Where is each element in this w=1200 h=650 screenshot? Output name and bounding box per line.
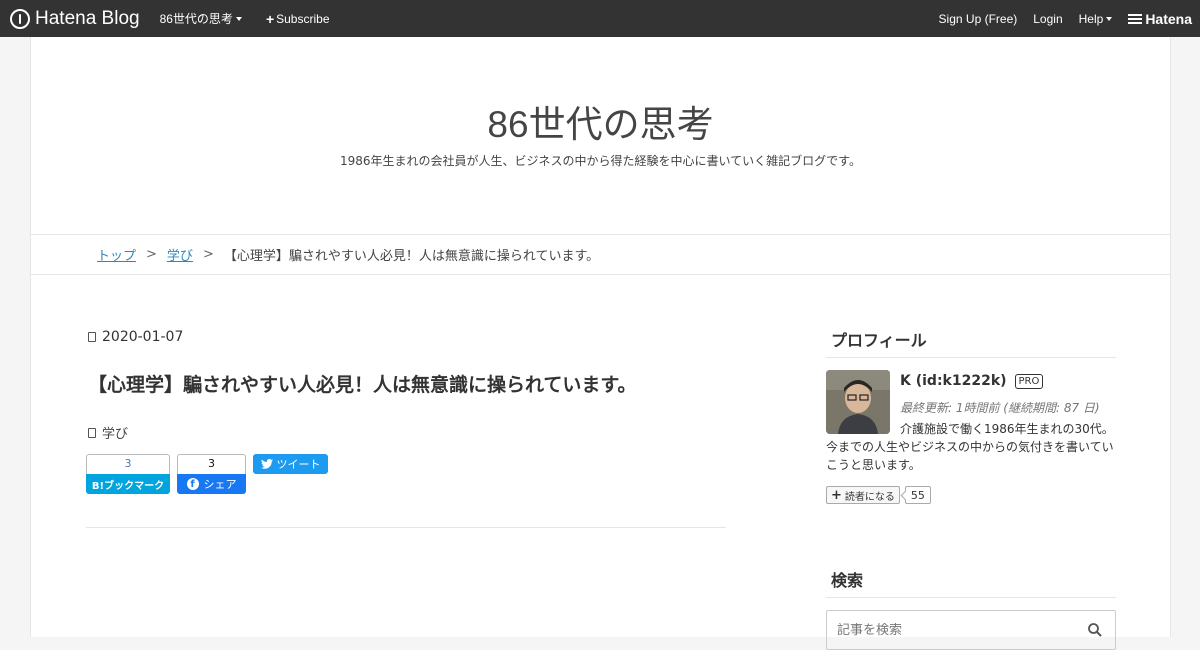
- hatena-logo-icon: [1128, 13, 1143, 24]
- global-header: Hatena Blog 86世代の思考 + Subscribe Sign Up …: [0, 0, 1200, 37]
- blog-title[interactable]: 86世代の思考: [31, 94, 1170, 148]
- help-label: Help: [1078, 11, 1104, 26]
- folder-icon: [88, 427, 96, 438]
- subscribe-reader-label: 読者になる: [844, 491, 895, 503]
- facebook-share-label-row: f シェア: [177, 474, 246, 494]
- subscribe-widget: + 読者になる 55: [826, 486, 931, 504]
- hatena-link[interactable]: Hatena: [1128, 11, 1192, 27]
- search-heading: 検索: [826, 567, 1116, 598]
- signup-link[interactable]: Sign Up (Free): [939, 12, 1018, 26]
- hatena-blog-logo-icon: [10, 8, 30, 29]
- profile-name[interactable]: K (id:k1222k) PRO: [900, 373, 1044, 389]
- breadcrumb-current: 【心理学】騙されやすい人必見！人は無意識に操られています。: [223, 249, 600, 264]
- breadcrumb-category-link[interactable]: 学び: [167, 245, 193, 264]
- blog-menu-dropdown[interactable]: 86世代の思考: [160, 10, 242, 27]
- chevron-down-icon: [235, 16, 242, 21]
- pro-badge: PRO: [1014, 373, 1044, 389]
- entry-title[interactable]: 【心理学】騙されやすい人必見！人は無意識に操られています。: [88, 370, 637, 397]
- twitter-bird-icon: [260, 459, 273, 469]
- facebook-share-count: 3: [177, 454, 246, 474]
- logo-text: Hatena Blog: [35, 7, 140, 29]
- chevron-down-icon: [1106, 16, 1113, 21]
- blog-menu-label: 86世代の思考: [159, 12, 233, 26]
- hatena-bookmark-count: 3: [86, 454, 170, 474]
- plus-icon: +: [831, 487, 842, 503]
- share-buttons: 3 B!ブックマーク 3 f シェア ツイート: [86, 454, 328, 494]
- search-icon[interactable]: [1087, 622, 1103, 638]
- hatena-bookmark-label: B!ブックマーク: [86, 474, 170, 494]
- entry-date-text: 2020-01-07: [102, 329, 184, 345]
- hatena-label: Hatena: [1145, 10, 1192, 27]
- entry-date[interactable]: 2020-01-07: [88, 329, 183, 345]
- breadcrumb-separator: >: [146, 247, 157, 262]
- subscribe-button[interactable]: + Subscribe: [266, 11, 330, 27]
- facebook-share-button[interactable]: 3 f シェア: [177, 454, 246, 494]
- help-dropdown[interactable]: Help: [1079, 12, 1113, 26]
- calendar-icon: [88, 332, 96, 342]
- article-divider: [86, 527, 726, 528]
- hatena-bookmark-button[interactable]: 3 B!ブックマーク: [86, 454, 170, 494]
- profile-description: 介護施設で働く1986年生まれの30代。今までの人生やビジネスの中からの気付きを…: [826, 422, 1114, 472]
- plus-icon: +: [265, 10, 275, 27]
- facebook-icon: f: [186, 478, 199, 490]
- hatena-blog-logo[interactable]: Hatena Blog: [10, 8, 140, 30]
- subscribe-label: Subscribe: [276, 11, 330, 26]
- login-link[interactable]: Login: [1033, 12, 1062, 26]
- breadcrumb-top-link[interactable]: トップ: [97, 245, 136, 264]
- page-container: 86世代の思考 1986年生まれの会社員が人生、ビジネスの中から得た経験を中心に…: [30, 37, 1171, 650]
- breadcrumb-separator: >: [202, 247, 214, 262]
- profile-name-text: K (id:k1222k): [900, 373, 1007, 389]
- subscribe-reader-button[interactable]: + 読者になる: [826, 486, 900, 504]
- twitter-tweet-button[interactable]: ツイート: [253, 454, 328, 474]
- profile-updated: 最終更新: 1時間前 (継続期間: 87 日): [900, 401, 1100, 415]
- blog-description: 1986年生まれの会社員が人生、ビジネスの中から得た経験を中心に書いていく雑記ブ…: [340, 154, 861, 168]
- subscriber-count: 55: [904, 486, 931, 504]
- entry-category-label: 学び: [102, 427, 129, 442]
- entry-category[interactable]: 学び: [88, 423, 128, 442]
- profile-heading: プロフィール: [826, 327, 1116, 358]
- search-input[interactable]: [837, 622, 1077, 638]
- twitter-tweet-label: ツイート: [276, 458, 321, 471]
- facebook-share-label: シェア: [203, 478, 237, 491]
- search-box: [826, 610, 1116, 650]
- breadcrumb: トップ > 学び > 【心理学】騙されやすい人必見！人は無意識に操られています。: [31, 234, 1170, 275]
